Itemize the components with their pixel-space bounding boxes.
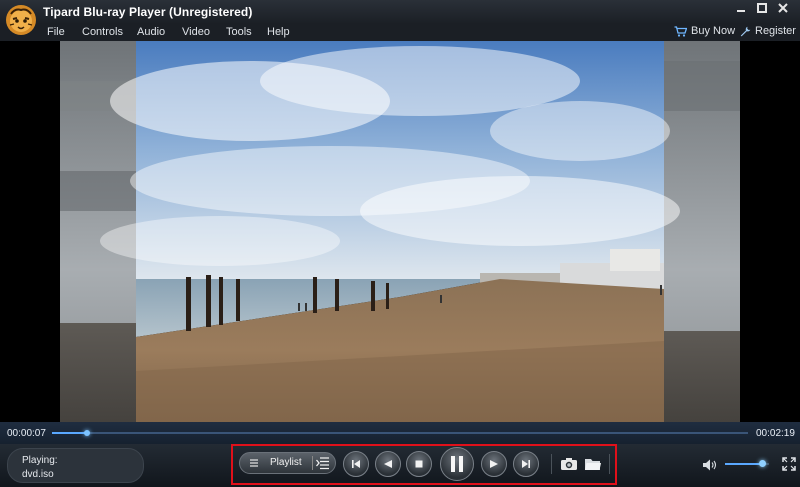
volume-icon[interactable]: [702, 458, 718, 472]
close-button[interactable]: [772, 0, 794, 16]
title-bar[interactable]: Tipard Blu-ray Player (Unregistered): [0, 0, 800, 24]
previous-button[interactable]: [343, 451, 369, 477]
menu-file[interactable]: File: [47, 26, 65, 38]
rewind-button[interactable]: [375, 451, 401, 477]
volume-fill: [725, 463, 763, 465]
window-title: Tipard Blu-ray Player (Unregistered): [43, 5, 253, 19]
playlist-divider: [312, 456, 313, 470]
tipard-tiger-logo[interactable]: [5, 4, 37, 36]
minimize-button[interactable]: [730, 0, 752, 16]
open-folder-button[interactable]: [584, 456, 602, 472]
menu-help[interactable]: Help: [267, 26, 290, 38]
pause-icon: [451, 456, 463, 472]
elapsed-time: 00:00:07: [7, 428, 46, 439]
menu-tools[interactable]: Tools: [226, 26, 252, 38]
seek-bar: 00:00:07 00:02:19: [0, 422, 800, 444]
menu-audio[interactable]: Audio: [137, 26, 165, 38]
controls-divider: [551, 454, 552, 474]
playlist-toggle-icon[interactable]: [316, 456, 330, 470]
menu-bar: File Controls Audio Video Tools Help Buy…: [0, 24, 800, 41]
maximize-icon: [757, 3, 767, 13]
register-button[interactable]: Register: [740, 25, 796, 37]
seek-slider[interactable]: [52, 430, 748, 436]
register-label: Register: [755, 25, 796, 37]
next-icon: [522, 460, 530, 468]
forward-button[interactable]: [481, 451, 507, 477]
menu-icon: [250, 459, 258, 467]
volume-thumb[interactable]: [758, 460, 766, 467]
controls-divider: [609, 454, 610, 474]
volume-slider[interactable]: [725, 460, 769, 467]
control-bar: Playing: dvd.iso Playlist: [0, 444, 800, 487]
previous-icon: [352, 460, 360, 468]
pause-button[interactable]: [440, 447, 474, 481]
fullscreen-icon[interactable]: [782, 457, 796, 471]
video-frame-image: [0, 41, 800, 422]
video-display[interactable]: [0, 41, 800, 422]
buy-now-button[interactable]: Buy Now: [674, 25, 735, 37]
rewind-icon: [384, 460, 392, 468]
maximize-button[interactable]: [751, 0, 773, 16]
camera-icon: [561, 458, 577, 470]
cart-icon: [674, 25, 687, 37]
close-icon: [778, 3, 788, 13]
snapshot-button[interactable]: [560, 456, 578, 472]
playing-status-box: Playing: dvd.iso: [7, 448, 144, 483]
playlist-button[interactable]: Playlist: [239, 452, 336, 474]
seek-progress-fill: [52, 432, 87, 434]
stop-icon: [415, 460, 423, 468]
forward-icon: [490, 460, 498, 468]
total-time: 00:02:19: [756, 428, 795, 439]
player-window: Tipard Blu-ray Player (Unregistered) Fil…: [0, 0, 800, 487]
wrench-icon: [740, 26, 751, 36]
menu-video[interactable]: Video: [182, 26, 210, 38]
folder-icon: [585, 459, 601, 470]
stop-button[interactable]: [406, 451, 432, 477]
buy-now-label: Buy Now: [691, 25, 736, 37]
playing-file-name: dvd.iso: [22, 469, 54, 480]
seek-thumb[interactable]: [83, 430, 90, 436]
playing-label: Playing:: [22, 455, 58, 466]
playlist-label: Playlist: [270, 457, 302, 468]
menu-controls[interactable]: Controls: [82, 26, 123, 38]
next-button[interactable]: [513, 451, 539, 477]
minimize-icon: [737, 10, 745, 12]
